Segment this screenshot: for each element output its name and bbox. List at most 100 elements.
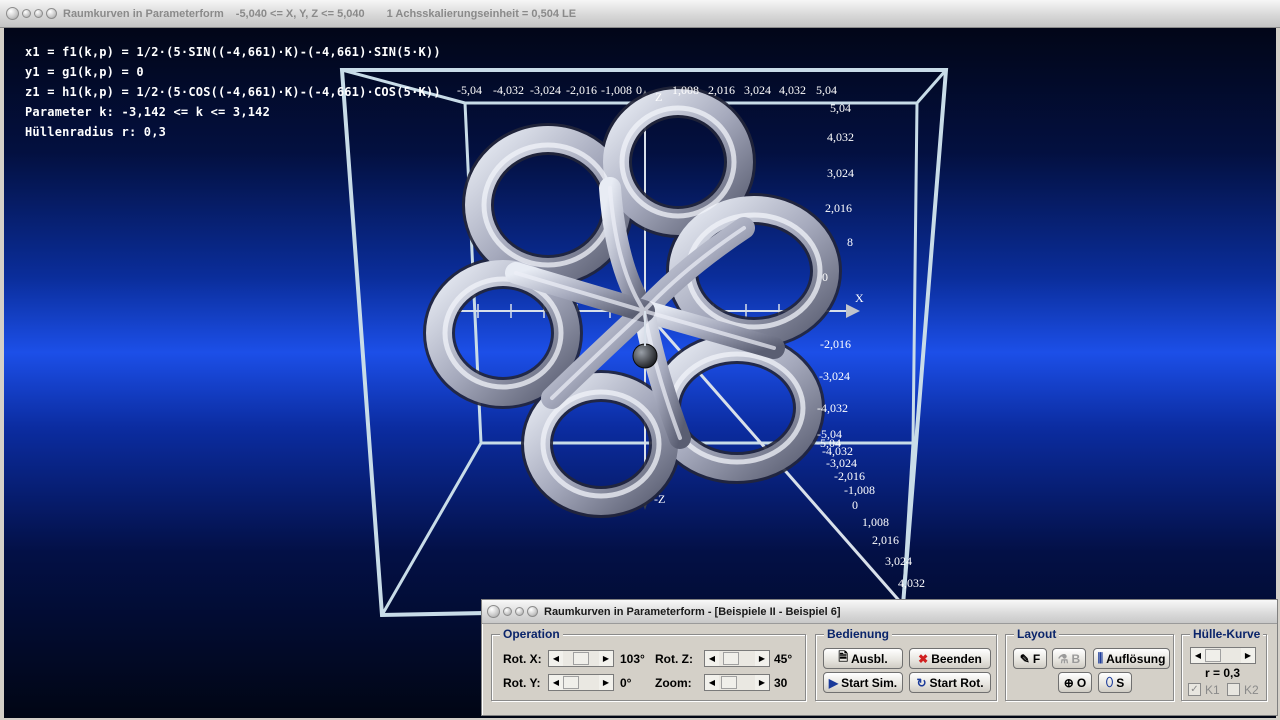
x-tick-label: -2,016 xyxy=(566,83,597,97)
window-maximize-button[interactable] xyxy=(34,9,43,18)
main-title-bar: Raumkurven in Parameterform -5,040 <= X,… xyxy=(0,0,1280,28)
brush-icon: ✎ xyxy=(1019,651,1030,666)
slider-thumb[interactable] xyxy=(721,676,737,689)
layout-group-label: Layout xyxy=(1014,627,1060,641)
k2-checkbox[interactable] xyxy=(1227,683,1240,696)
hull-radius: Hüllenradius r: 0,3 xyxy=(25,125,167,139)
x-tick-label: 3,024 xyxy=(744,83,771,97)
s-button[interactable]: ⬯ S xyxy=(1098,672,1132,693)
o-button[interactable]: ⊕ O xyxy=(1058,672,1092,693)
x-tick-label: -3,024 xyxy=(530,83,561,97)
bucket-icon: ⚗ xyxy=(1057,651,1069,666)
page-icon: 🗎 xyxy=(838,650,848,664)
control-minimize-button[interactable] xyxy=(503,607,512,616)
arrow-right-icon[interactable]: ▶ xyxy=(755,651,769,666)
box-edge-tr xyxy=(915,69,948,104)
slider-thumb[interactable] xyxy=(1205,649,1221,662)
zoom-label: Zoom: xyxy=(655,676,692,690)
y-tick-label: 0 xyxy=(852,498,858,512)
zoom-slider[interactable]: ◀ ▶ xyxy=(704,674,770,691)
x-tick-label: -5,04 xyxy=(457,83,482,97)
start-sim-button[interactable]: ▶ Start Sim. xyxy=(823,672,903,693)
aufloesung-button[interactable]: ⫼ Auflösung xyxy=(1093,648,1170,669)
range-info: -5,040 <= X, Y, Z <= 5,040 xyxy=(235,7,365,20)
k2-label: K2 xyxy=(1244,683,1259,697)
formula-x: x1 = f1(k,p) = 1/2·(5·SIN((-4,661)·K)-(-… xyxy=(25,45,441,59)
rot-y-label: Rot. Y: xyxy=(503,676,541,690)
rot-x-slider[interactable]: ◀ ▶ xyxy=(548,650,614,667)
control-window: Raumkurven in Parameterform - [Beispiele… xyxy=(481,599,1278,716)
f-button[interactable]: ✎ F xyxy=(1013,648,1047,669)
control-close-button[interactable] xyxy=(527,606,538,617)
arrow-right-icon[interactable]: ▶ xyxy=(1241,648,1255,663)
control-title-bar: Raumkurven in Parameterform - [Beispiele… xyxy=(482,600,1277,624)
window-close-button[interactable] xyxy=(46,8,57,19)
b-button[interactable]: ⚗ B xyxy=(1052,648,1086,669)
arrow-left-icon[interactable]: ◀ xyxy=(705,651,719,666)
huelle-kurve-group: Hülle-Kurve ◀ ▶ r = 0,3 ✓ K1 K2 xyxy=(1181,627,1267,701)
arrow-left-icon[interactable]: ◀ xyxy=(1191,648,1205,663)
scale-info: 1 Achsskalierungseinheit = 0,504 LE xyxy=(386,7,577,20)
x-axis-label: X xyxy=(855,291,864,305)
zoom-value: 30 xyxy=(774,676,788,690)
parameter-range: Parameter k: -3,142 <= k <= 3,142 xyxy=(25,105,271,119)
ausbl-button[interactable]: 🗎 Ausbl. xyxy=(823,648,903,669)
z-axis-label-top: Z xyxy=(655,90,663,104)
start-rot-button[interactable]: ↻ Start Rot. xyxy=(909,672,991,693)
resolution-icon: ⫼ xyxy=(1097,651,1104,665)
y-tick-label: 2,016 xyxy=(872,533,899,547)
loop-upper-left xyxy=(465,126,631,284)
x-tick-label: -4,032 xyxy=(493,83,524,97)
z-tick-label: 2,016 xyxy=(825,201,852,215)
z-tick-label: 4,032 xyxy=(827,130,854,144)
arrow-left-icon[interactable]: ◀ xyxy=(549,651,563,666)
rot-z-slider[interactable]: ◀ ▶ xyxy=(704,650,770,667)
x-tick-label: -1,008 xyxy=(601,83,632,97)
x-tick-label: 0 xyxy=(636,83,642,97)
window-menu-button[interactable] xyxy=(6,7,19,20)
slider-thumb[interactable] xyxy=(563,676,579,689)
arrow-right-icon[interactable]: ▶ xyxy=(599,675,613,690)
control-menu-button[interactable] xyxy=(487,605,500,618)
slider-thumb[interactable] xyxy=(723,652,739,665)
bedienung-group-label: Bedienung xyxy=(824,627,892,641)
z-tick-label: 0 xyxy=(822,270,828,284)
crosshair-icon: ⊕ xyxy=(1063,675,1074,690)
rot-z-value: 45° xyxy=(774,652,793,666)
rot-y-value: 0° xyxy=(620,676,632,690)
hull-radius-slider[interactable]: ◀ ▶ xyxy=(1190,647,1256,664)
k1-label: K1 xyxy=(1205,683,1220,697)
slider-thumb[interactable] xyxy=(573,652,589,665)
x-tick-label: 1,008 xyxy=(672,83,699,97)
window-title: Raumkurven in Parameterform xyxy=(63,7,224,20)
arrow-right-icon[interactable]: ▶ xyxy=(599,651,613,666)
y-tick-label: -2,016 xyxy=(834,469,865,483)
eraser-icon: ⬯ xyxy=(1105,675,1114,689)
window-minimize-button[interactable] xyxy=(22,9,31,18)
rot-x-value: 103° xyxy=(620,652,645,666)
control-maximize-button[interactable] xyxy=(515,607,524,616)
operation-group-label: Operation xyxy=(500,627,563,641)
arrow-left-icon[interactable]: ◀ xyxy=(549,675,563,690)
box-edge-bl xyxy=(380,442,483,616)
arrow-right-icon[interactable]: ▶ xyxy=(755,675,769,690)
operation-group: Operation Rot. X: ◀ ▶ 103° Rot. Z: ◀ ▶ 4… xyxy=(491,627,806,701)
x-axis-arrow xyxy=(846,304,860,318)
huelle-kurve-group-label: Hülle-Kurve xyxy=(1190,627,1264,641)
k1-checkbox[interactable]: ✓ xyxy=(1188,683,1201,696)
origin-sphere xyxy=(632,343,658,369)
bedienung-group: Bedienung 🗎 Ausbl. ✖ Beenden ▶ Start Sim. ↻… xyxy=(815,627,997,701)
layout-group: Layout ✎ F ⚗ B ⫼ Auflösung ⊕ O ⬯ S xyxy=(1005,627,1174,701)
beenden-button[interactable]: ✖ Beenden xyxy=(909,648,991,669)
control-title: Raumkurven in Parameterform - [Beispiele… xyxy=(544,605,841,618)
rotate-icon: ↻ xyxy=(916,675,927,690)
rot-y-slider[interactable]: ◀ ▶ xyxy=(548,674,614,691)
z-tick-label: 5,04 xyxy=(830,101,851,115)
arrow-left-icon[interactable]: ◀ xyxy=(705,675,719,690)
z-tick-label: -4,032 xyxy=(817,401,848,415)
rot-z-label: Rot. Z: xyxy=(655,652,693,666)
z-tick-label: 8 xyxy=(847,235,853,249)
z-tick-label: -3,024 xyxy=(819,369,850,383)
formula-y: y1 = g1(k,p) = 0 xyxy=(25,65,144,79)
z-tick-label: -2,016 xyxy=(820,337,851,351)
